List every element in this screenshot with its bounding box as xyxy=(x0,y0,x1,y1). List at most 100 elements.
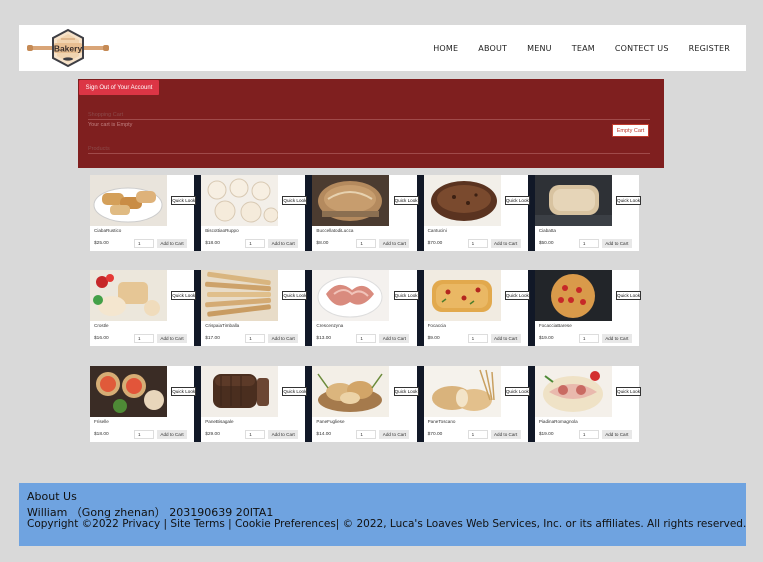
quick-look-button[interactable]: Quick Look xyxy=(171,291,197,300)
product-price: $18.00 xyxy=(94,432,109,437)
footer-copyright: Copyright ©2022 Privacy | Site Terms | C… xyxy=(27,518,747,530)
quantity-input[interactable]: 1 xyxy=(578,334,599,343)
product-price: $70.00 xyxy=(427,241,443,246)
add-to-cart-button[interactable]: Add to Cart xyxy=(268,239,299,248)
add-to-cart-button[interactable]: Add to Cart xyxy=(157,430,187,439)
footer-about-link[interactable]: About Us xyxy=(27,490,77,503)
quick-look-button[interactable]: Quick Look xyxy=(616,196,642,205)
add-to-cart-button[interactable]: Add to Cart xyxy=(268,430,299,439)
add-to-cart-button[interactable]: Add to Cart xyxy=(379,430,410,439)
quantity-input[interactable]: 1 xyxy=(467,239,488,248)
quantity-input[interactable]: 1 xyxy=(467,430,488,439)
product-row: Quick Look CiabaRustico $25.00 1 Add to Cart… xyxy=(90,175,642,251)
quantity-input[interactable]: 1 xyxy=(356,239,377,248)
add-to-cart-button[interactable]: Add to Cart xyxy=(490,334,521,343)
add-to-cart-button[interactable]: Add to Cart xyxy=(157,334,187,343)
product-image[interactable] xyxy=(312,366,390,417)
product-card: Quick Look Friselle $18.00 1 Add to Cart xyxy=(90,366,202,442)
add-to-cart-button[interactable]: Add to Cart xyxy=(601,430,632,439)
product-price: $16.00 xyxy=(94,336,109,341)
product-image[interactable] xyxy=(90,270,167,321)
card-separator xyxy=(194,270,202,346)
product-image[interactable] xyxy=(534,270,612,321)
nav-menu[interactable]: MENU xyxy=(527,44,552,53)
quick-look-button[interactable]: Quick Look xyxy=(504,196,530,205)
quantity-input[interactable]: 1 xyxy=(245,334,266,343)
divider xyxy=(88,119,650,120)
product-row: Quick Look Friselle $18.00 1 Add to Cart Quic… xyxy=(90,366,642,442)
quantity-input[interactable]: 1 xyxy=(356,430,377,439)
quick-look-button[interactable]: Quick Look xyxy=(393,291,419,300)
card-separator xyxy=(527,270,535,346)
quick-look-button[interactable]: Quick Look xyxy=(282,291,308,300)
add-to-cart-button[interactable]: Add to Cart xyxy=(601,239,632,248)
product-name: Crostle xyxy=(94,323,109,328)
quick-look-button[interactable]: Quick Look xyxy=(171,387,197,396)
product-image[interactable] xyxy=(201,175,279,226)
nav-team[interactable]: TEAM xyxy=(572,44,595,53)
quantity-input[interactable]: 1 xyxy=(356,334,377,343)
nav-home[interactable]: HOME xyxy=(433,44,458,53)
nav-register[interactable]: REGISTER xyxy=(689,44,730,53)
product-name: Cantucini xyxy=(427,228,447,233)
quick-look-button[interactable]: Quick Look xyxy=(282,196,308,205)
product-card: Quick Look CiabaRustico $25.00 1 Add to Cart xyxy=(90,175,202,251)
add-to-cart-button[interactable]: Add to Cart xyxy=(379,239,410,248)
quick-look-button[interactable]: Quick Look xyxy=(282,387,308,396)
product-price: $70.00 xyxy=(427,432,443,437)
nav-contact[interactable]: CONTECT US xyxy=(615,44,669,53)
product-image[interactable] xyxy=(423,270,501,321)
quantity-input[interactable]: 1 xyxy=(134,334,154,343)
card-separator xyxy=(194,366,202,442)
sign-out-button[interactable]: Sign Out of Your Account xyxy=(79,80,159,95)
product-image[interactable] xyxy=(312,270,390,321)
product-image[interactable] xyxy=(423,175,501,226)
quantity-input[interactable]: 1 xyxy=(134,430,154,439)
quick-look-button[interactable]: Quick Look xyxy=(504,291,530,300)
logo-text: Bakery xyxy=(54,44,83,54)
nav-about[interactable]: ABOUT xyxy=(478,44,507,53)
product-image[interactable] xyxy=(534,175,612,226)
divider xyxy=(88,153,650,154)
product-image[interactable] xyxy=(90,366,167,417)
quick-look-button[interactable]: Quick Look xyxy=(616,387,642,396)
shopping-cart-panel: Sign Out of Your Account Shopping Cart Y… xyxy=(78,79,664,168)
site-footer: About Us William （Gong zhenan） 203190639… xyxy=(19,483,746,546)
quantity-input[interactable]: 1 xyxy=(245,430,266,439)
quantity-input[interactable]: 1 xyxy=(245,239,266,248)
products-label: Products xyxy=(88,146,110,152)
add-to-cart-button[interactable]: Add to Cart xyxy=(490,239,521,248)
product-image[interactable] xyxy=(312,175,390,226)
quantity-input[interactable]: 1 xyxy=(467,334,488,343)
add-to-cart-button[interactable]: Add to Cart xyxy=(157,239,187,248)
product-image[interactable] xyxy=(423,366,501,417)
product-image[interactable] xyxy=(90,175,167,226)
product-image[interactable] xyxy=(534,366,612,417)
product-price: $13.00 xyxy=(316,336,332,341)
product-name: Ciabatta xyxy=(538,228,556,233)
quick-look-button[interactable]: Quick Look xyxy=(393,196,419,205)
product-price: $19.00 xyxy=(538,336,554,341)
product-row: Quick Look Crostle $16.00 1 Add to Cart Quick… xyxy=(90,270,642,346)
add-to-cart-button[interactable]: Add to Cart xyxy=(268,334,299,343)
quick-look-button[interactable]: Quick Look xyxy=(393,387,419,396)
bakery-logo[interactable]: Bakery xyxy=(27,28,109,68)
quantity-input[interactable]: 1 xyxy=(134,239,154,248)
quick-look-button[interactable]: Quick Look xyxy=(504,387,530,396)
add-to-cart-button[interactable]: Add to Cart xyxy=(379,334,410,343)
add-to-cart-button[interactable]: Add to Cart xyxy=(601,334,632,343)
product-card: Quick Look Crescenzyna $13.00 1 Add to Cart xyxy=(312,270,424,346)
product-image[interactable] xyxy=(201,270,279,321)
quantity-input[interactable]: 1 xyxy=(578,239,599,248)
quick-look-button[interactable]: Quick Look xyxy=(171,196,197,205)
quantity-input[interactable]: 1 xyxy=(578,430,599,439)
product-card: Quick Look BuccellatodiLucca $8.00 1 Add to … xyxy=(312,175,424,251)
quick-look-button[interactable]: Quick Look xyxy=(616,291,642,300)
card-separator xyxy=(527,175,535,251)
product-name: CrispaiaTimballa xyxy=(205,323,240,328)
product-image[interactable] xyxy=(201,366,279,417)
product-price: $18.00 xyxy=(205,241,220,246)
add-to-cart-button[interactable]: Add to Cart xyxy=(490,430,521,439)
empty-cart-button[interactable]: Empty Cart xyxy=(612,124,649,137)
product-name: PiadinaRomagnola xyxy=(538,419,578,424)
